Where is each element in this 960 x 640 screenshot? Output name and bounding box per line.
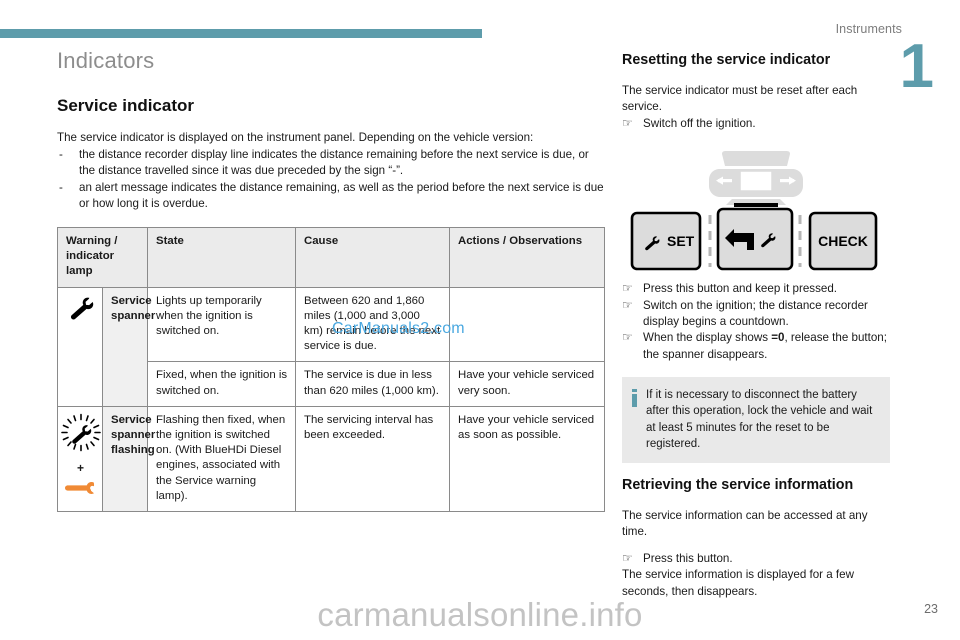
info-note-box: If it is necessary to disconnect the bat… (622, 377, 890, 464)
cause-cell: The servicing interval has been exceeded… (295, 405, 450, 513)
table-row: + Service spanner flashing Flashing then… (57, 405, 605, 513)
page-title: Indicators (57, 48, 155, 73)
spanner-flashing-icon (59, 413, 103, 458)
sub-title: Service indicator (57, 96, 195, 115)
footer-watermark: carmanualsonline.info (317, 596, 643, 633)
lamp-name-cell: Service spanner (102, 286, 155, 407)
info-note-text: If it is necessary to disconnect the bat… (646, 389, 873, 450)
reset-button-illustration (716, 207, 794, 271)
header-section-label: Instruments (835, 22, 902, 36)
set-button-illustration: SET (630, 211, 702, 271)
table-row: Service spanner Lights up temporarily wh… (57, 286, 605, 407)
list-item: ☞ Press this button and keep it pressed. (622, 281, 890, 297)
lamp-icon-cell (57, 286, 103, 407)
hand-pointer-icon: ☞ (622, 330, 633, 345)
svg-text:CHECK: CHECK (818, 233, 868, 249)
retrieve-heading: Retrieving the service information (622, 477, 854, 494)
list-item-text-pre: When the display shows (643, 331, 772, 345)
lamp-icon-cell: + (57, 405, 103, 513)
reset-heading: Resetting the service indicator (622, 52, 831, 68)
chapter-number: 1 (899, 32, 934, 101)
column-header-lamp: Warning / indicator lamp (57, 227, 148, 288)
table-header: Warning / indicator lamp State Cause Act… (57, 227, 605, 288)
hand-pointer-icon: ☞ (622, 281, 633, 296)
intro-paragraph: The service indicator is displayed on th… (57, 131, 534, 144)
list-item-text: the distance recorder display line indic… (79, 147, 589, 178)
table-header-row: Warning / indicator lamp State Cause Act… (57, 227, 605, 288)
retrieve-outro: The service information is displayed for… (622, 568, 854, 598)
reset-steps-list: ☞ Press this button and keep it pressed.… (622, 281, 890, 363)
cause-cell: Between 620 and 1,860 miles (1,000 and 3… (295, 286, 450, 363)
actions-cell: Have your vehicle serviced very soon. (449, 361, 605, 407)
hand-pointer-icon: ☞ (622, 550, 633, 565)
list-item: - the distance recorder display line ind… (57, 147, 605, 180)
list-item-text: Switch on the ignition; the distance rec… (643, 298, 868, 329)
state-cell: Flashing then fixed, when the ignition i… (147, 405, 296, 513)
info-icon (632, 389, 637, 452)
header-accent-bar (0, 29, 482, 38)
svg-text:SET: SET (667, 233, 695, 249)
reset-first-step-list: ☞ Switch off the ignition. (622, 116, 890, 132)
list-item-text: Press this button and keep it pressed. (643, 282, 837, 296)
reset-intro: The service indicator must be reset afte… (622, 84, 858, 114)
instrument-buttons-graphic: SET CHECK (622, 145, 890, 273)
bullet-dash: - (59, 147, 63, 161)
page-number: 23 (924, 602, 938, 616)
lamp-name-cell: Service spanner flashing (102, 405, 155, 513)
list-item-text: Press this button. (643, 551, 733, 565)
list-item: ☞ Switch on the ignition; the distance r… (622, 298, 890, 331)
column-header-cause: Cause (295, 227, 450, 288)
dashboard-illustration (709, 151, 803, 208)
left-column: Indicators Service indicator The service… (57, 48, 605, 213)
bullet-dash: - (59, 180, 63, 194)
warning-lamp-table: Warning / indicator lamp State Cause Act… (57, 227, 605, 513)
state-cell: Fixed, when the ignition is switched on. (147, 361, 296, 407)
table-body: Service spanner Lights up temporarily wh… (57, 286, 605, 513)
orange-spanner-icon (64, 478, 98, 503)
list-item: ☞ Press this button. (622, 551, 890, 567)
list-item: ☞ When the display shows =0, release the… (622, 330, 890, 363)
retrieve-steps-list: ☞ Press this button. (622, 551, 890, 567)
intro-bullet-list: - the distance recorder display line ind… (57, 147, 605, 213)
actions-cell (449, 286, 605, 363)
manual-page: Instruments 1 Indicators Service indicat… (0, 0, 960, 640)
retrieve-intro: The service information can be accessed … (622, 509, 868, 539)
state-cell: Lights up temporarily when the ignition … (147, 286, 296, 363)
hand-pointer-icon: ☞ (622, 115, 633, 130)
column-header-state: State (147, 227, 296, 288)
list-item-text: Switch off the ignition. (643, 116, 756, 130)
list-item: ☞ Switch off the ignition. (622, 116, 890, 132)
right-column: Resetting the service indicator The serv… (622, 52, 890, 600)
actions-cell: Have your vehicle serviced as soon as po… (449, 405, 605, 513)
list-item-text: an alert message indicates the distance … (79, 180, 604, 211)
hand-pointer-icon: ☞ (622, 297, 633, 312)
spanner-icon (66, 294, 95, 324)
list-item: - an alert message indicates the distanc… (57, 180, 605, 213)
plus-sign: + (76, 461, 84, 476)
cause-cell: The service is due in less than 620 mile… (295, 361, 450, 407)
display-value: =0 (771, 331, 785, 345)
check-button-illustration: CHECK (808, 211, 878, 271)
column-header-actions: Actions / Observations (449, 227, 605, 288)
